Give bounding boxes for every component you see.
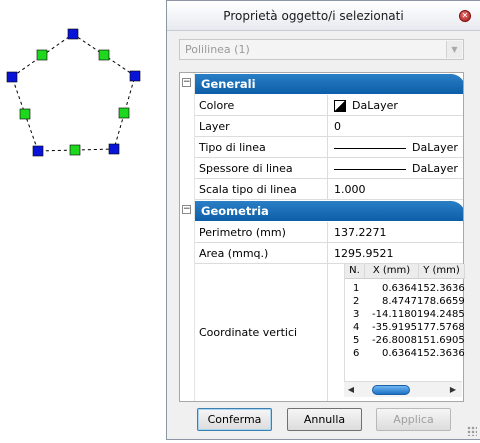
cancel-button[interactable]: Annulla xyxy=(287,408,362,431)
prop-value-linescale[interactable]: 1.000 xyxy=(328,179,463,200)
prop-label-perimeter: Perimetro (mm) xyxy=(195,222,328,243)
close-icon[interactable]: ✕ xyxy=(459,10,471,22)
confirm-button[interactable]: Conferma xyxy=(197,408,272,431)
vertex-col-x[interactable]: X (mm) xyxy=(365,264,419,279)
prop-value-layer[interactable]: 0 xyxy=(328,116,463,137)
vertex-grip[interactable] xyxy=(67,28,79,40)
selected-polyline[interactable] xyxy=(11,33,136,152)
vertex-col-n[interactable]: N. xyxy=(345,264,365,279)
category-general[interactable]: Generali xyxy=(195,74,463,94)
vertex-n: 6 xyxy=(353,348,360,359)
prop-value-area[interactable]: 1295.9521 xyxy=(328,243,463,264)
prop-value-color[interactable]: DaLayer xyxy=(328,95,463,116)
dialog-title: Proprietà oggetto/i selezionati xyxy=(223,9,404,23)
midpoint-grip[interactable] xyxy=(19,108,31,120)
vertex-x[interactable]: -14.1180 xyxy=(367,309,417,321)
properties-dialog: Proprietà oggetto/i selezionati ✕ Polili… xyxy=(166,0,480,440)
vertex-x[interactable]: 8.4747 xyxy=(367,296,417,308)
scroll-right-icon[interactable]: ▶ xyxy=(448,384,458,395)
vertex-x[interactable]: 0.6364 xyxy=(367,283,417,295)
color-swatch-icon xyxy=(334,100,346,112)
vertex-grip[interactable] xyxy=(6,71,18,83)
prop-label-linetype: Tipo di linea xyxy=(195,137,328,158)
linetype-value-text: DaLayer xyxy=(412,141,458,154)
vertex-y[interactable]: 194.2485 xyxy=(417,309,465,321)
vertex-table-hscrollbar[interactable]: ◀ ▶ xyxy=(344,381,462,397)
vertex-x[interactable]: -35.9195 xyxy=(367,322,417,334)
prop-label-color: Colore xyxy=(195,95,328,116)
prop-label-layer: Layer xyxy=(195,116,328,137)
dialog-titlebar[interactable]: Proprietà oggetto/i selezionati ✕ xyxy=(167,1,480,31)
midpoint-grip[interactable] xyxy=(98,49,110,61)
collapse-general-toggle[interactable]: − xyxy=(182,78,191,87)
vertex-y[interactable]: 152.3636 xyxy=(417,283,465,295)
midpoint-grip[interactable] xyxy=(36,49,48,61)
apply-button[interactable]: Applica xyxy=(376,408,451,431)
vertex-y[interactable]: 177.5768 xyxy=(417,322,465,334)
category-geometry[interactable]: Geometria xyxy=(195,201,463,221)
vertex-col-y[interactable]: Y (mm) xyxy=(419,264,465,279)
midpoint-grip[interactable] xyxy=(69,144,81,156)
prop-label-lineweight: Spessore di linea xyxy=(195,158,328,179)
vertex-n: 1 xyxy=(353,283,360,294)
prop-value-lineweight[interactable]: DaLayer xyxy=(328,158,463,179)
drawing-canvas[interactable] xyxy=(0,0,166,440)
vertex-y[interactable]: 178.6659 xyxy=(417,296,465,308)
resize-grip-icon[interactable] xyxy=(467,426,477,436)
vertex-n: 2 xyxy=(353,296,360,307)
prop-value-perimeter[interactable]: 137.2271 xyxy=(328,222,463,243)
midpoint-grip[interactable] xyxy=(118,107,130,119)
vertex-grip[interactable] xyxy=(129,70,141,82)
object-type-value: Polilinea (1) xyxy=(185,43,250,56)
vertex-y[interactable]: 152.3636 xyxy=(417,348,465,360)
vertex-y[interactable]: 151.6905 xyxy=(417,335,465,347)
vertex-grip[interactable] xyxy=(32,145,44,157)
polyline-drawing[interactable] xyxy=(0,0,166,440)
scroll-thumb[interactable] xyxy=(372,385,410,395)
prop-value-linetype[interactable]: DaLayer xyxy=(328,137,463,158)
collapse-geometry-toggle[interactable]: − xyxy=(182,205,191,214)
vertex-x[interactable]: -26.8008 xyxy=(367,335,417,347)
vertex-x[interactable]: 0.6364 xyxy=(367,348,417,360)
vertex-n: 3 xyxy=(353,309,360,320)
vertex-n: 4 xyxy=(353,322,360,333)
vertex-grip[interactable] xyxy=(108,143,120,155)
linetype-sample-icon xyxy=(334,147,406,149)
grid-gutter xyxy=(180,73,195,401)
chevron-down-icon[interactable]: ▼ xyxy=(446,41,462,58)
color-value-text: DaLayer xyxy=(352,99,398,112)
prop-label-linescale: Scala tipo di linea xyxy=(195,179,328,200)
lineweight-sample-icon xyxy=(334,168,406,170)
lineweight-value-text: DaLayer xyxy=(412,162,458,175)
vertex-n: 5 xyxy=(353,335,360,346)
vertex-table[interactable]: N. X (mm) Y (mm) 1 0.6364 152.3636 2 8.4… xyxy=(344,264,465,392)
prop-label-area: Area (mmq.) xyxy=(195,243,328,264)
scroll-left-icon[interactable]: ◀ xyxy=(346,384,356,395)
object-type-select[interactable]: Polilinea (1) ▼ xyxy=(179,39,464,60)
prop-label-vertices: Coordinate vertici xyxy=(195,264,328,401)
